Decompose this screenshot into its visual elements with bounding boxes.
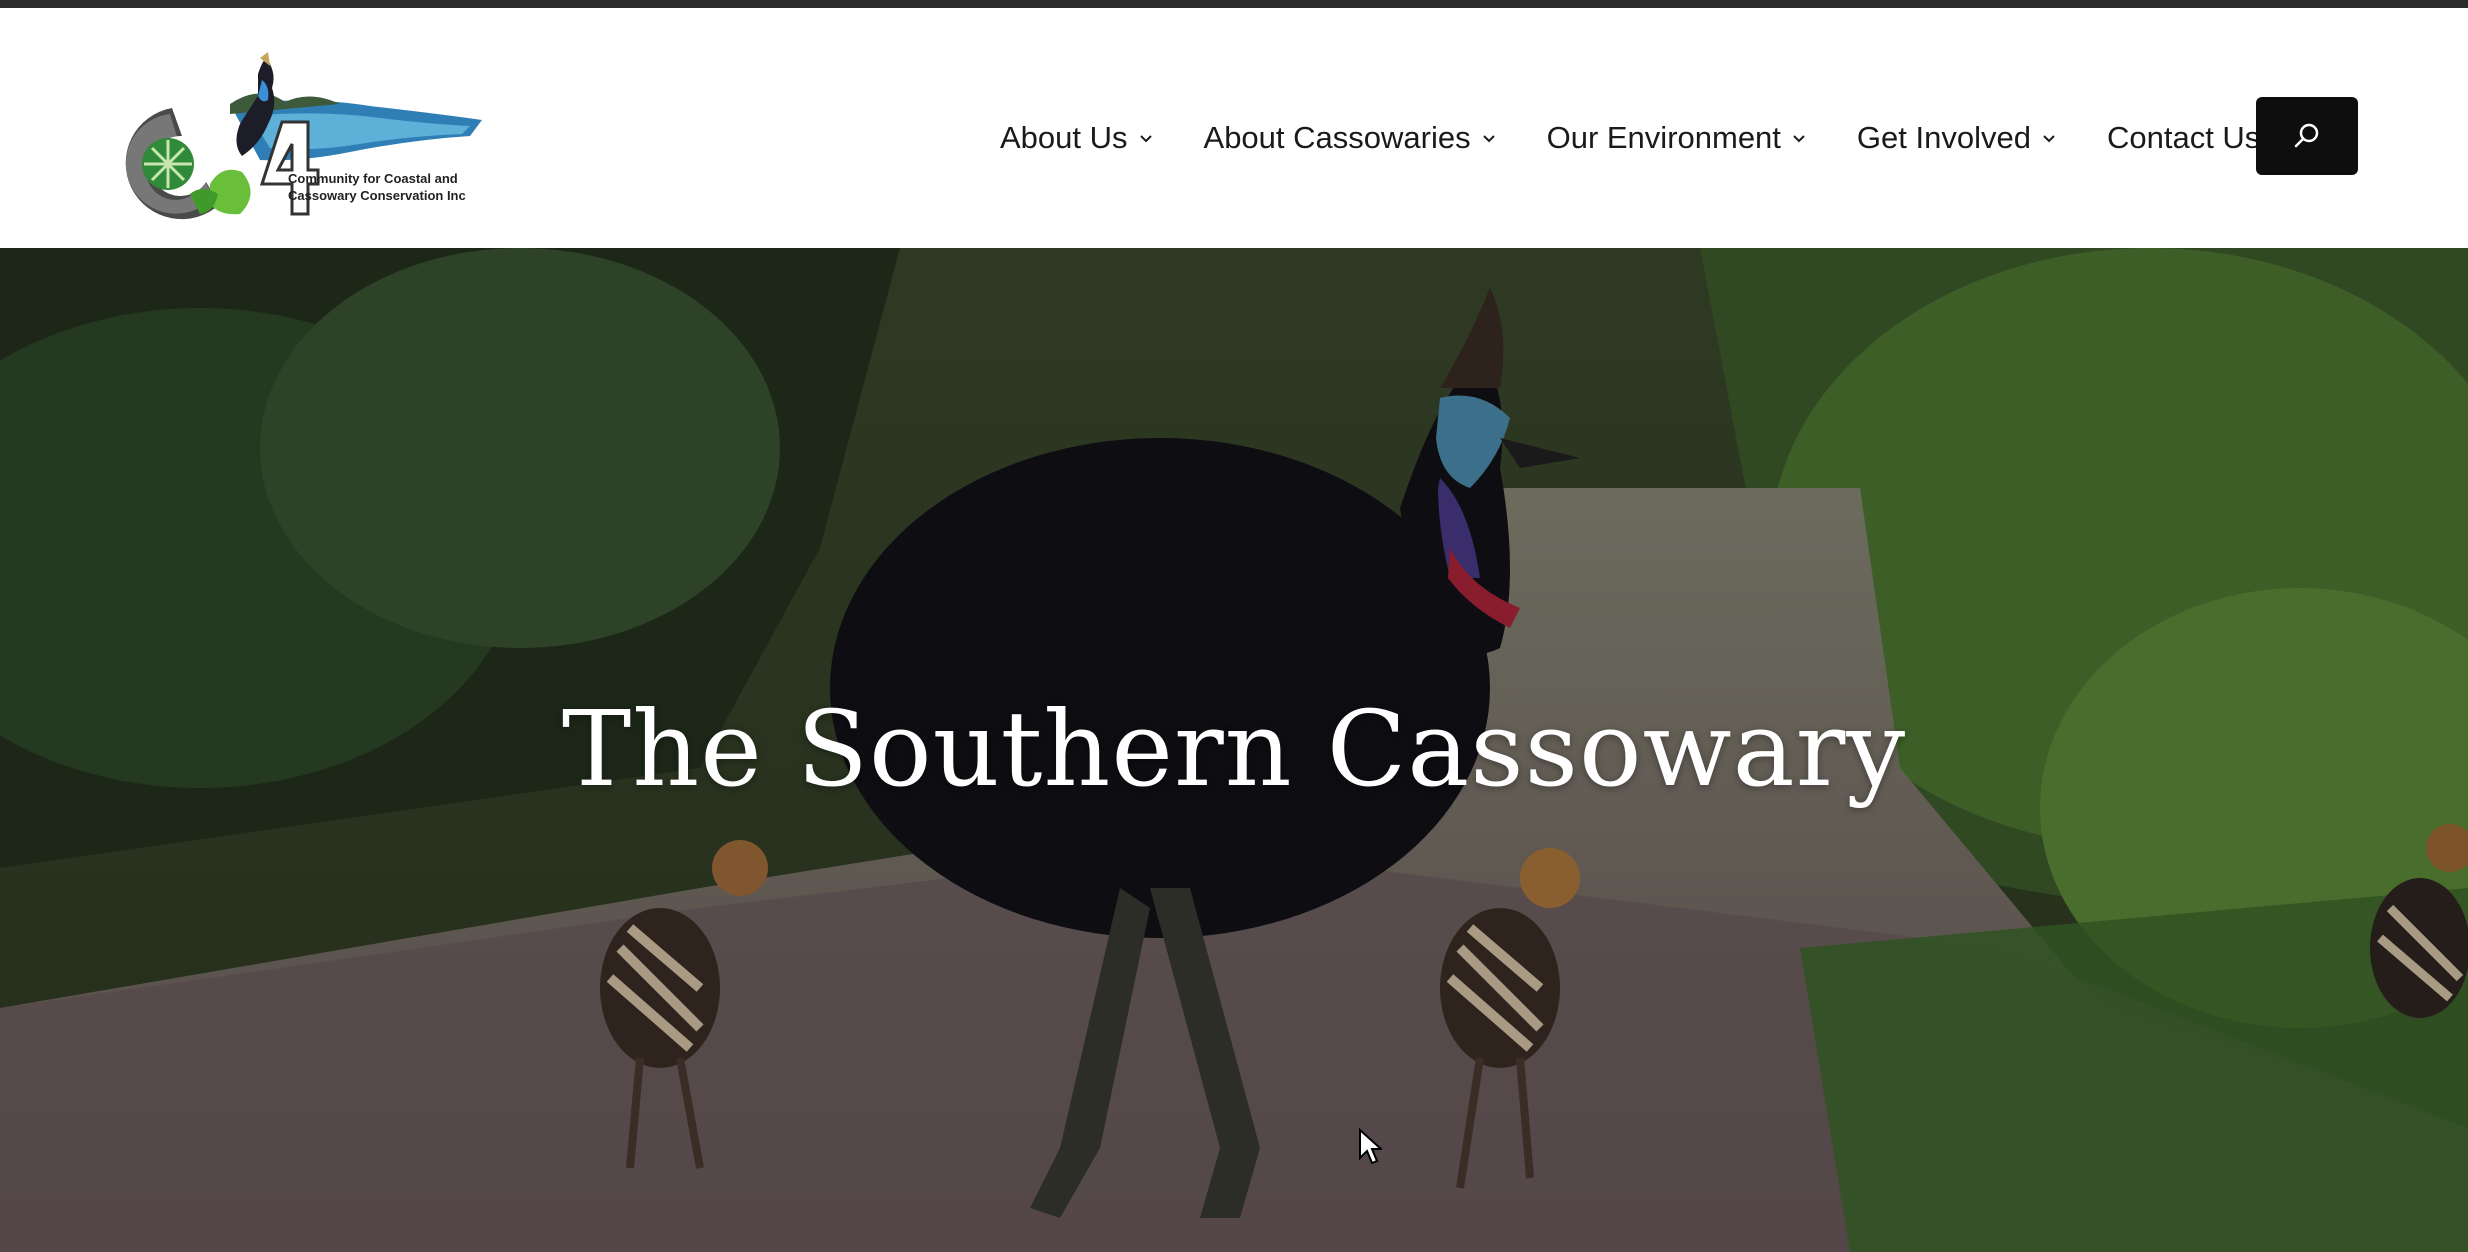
- chevron-down-icon: [1793, 135, 1805, 143]
- main-navigation: About Us About Cassowaries Our Environme…: [1000, 108, 2260, 168]
- nav-item-about-us[interactable]: About Us: [1000, 120, 1154, 156]
- nav-item-about-cassowaries[interactable]: About Cassowaries: [1204, 120, 1497, 156]
- nav-item-label: Get Involved: [1856, 120, 2031, 155]
- logo-org-name-line1: Community for Coastal and: [288, 171, 458, 186]
- logo-org-name-line2: Cassowary Conservation Inc: [288, 188, 466, 203]
- nav-item-label: About Cassowaries: [1203, 120, 1471, 155]
- chevron-down-icon: [2043, 135, 2055, 143]
- nav-item-label: About Us: [1000, 120, 1128, 155]
- nav-item-our-environment[interactable]: Our Environment: [1547, 120, 1807, 156]
- nav-item-contact-us[interactable]: Contact Us: [2107, 120, 2260, 156]
- search-icon: [2294, 123, 2319, 148]
- search-button[interactable]: [2256, 97, 2358, 175]
- nav-item-get-involved[interactable]: Get Involved: [1857, 120, 2057, 156]
- hero-banner: The Southern Cassowary: [0, 248, 2468, 1252]
- top-border-bar: [0, 0, 2468, 8]
- chevron-down-icon: [1482, 135, 1495, 143]
- mouse-cursor-icon: [1359, 1128, 1382, 1165]
- nav-item-label: Our Environment: [1546, 120, 1781, 155]
- logo-org-name: Community for Coastal and Cassowary Cons…: [288, 170, 488, 204]
- chevron-down-icon: [1139, 135, 1152, 143]
- nav-item-label: Contact Us: [2106, 120, 2261, 155]
- site-header: Community for Coastal and Cassowary Cons…: [0, 8, 2468, 248]
- hero-title: The Southern Cassowary: [561, 688, 1907, 810]
